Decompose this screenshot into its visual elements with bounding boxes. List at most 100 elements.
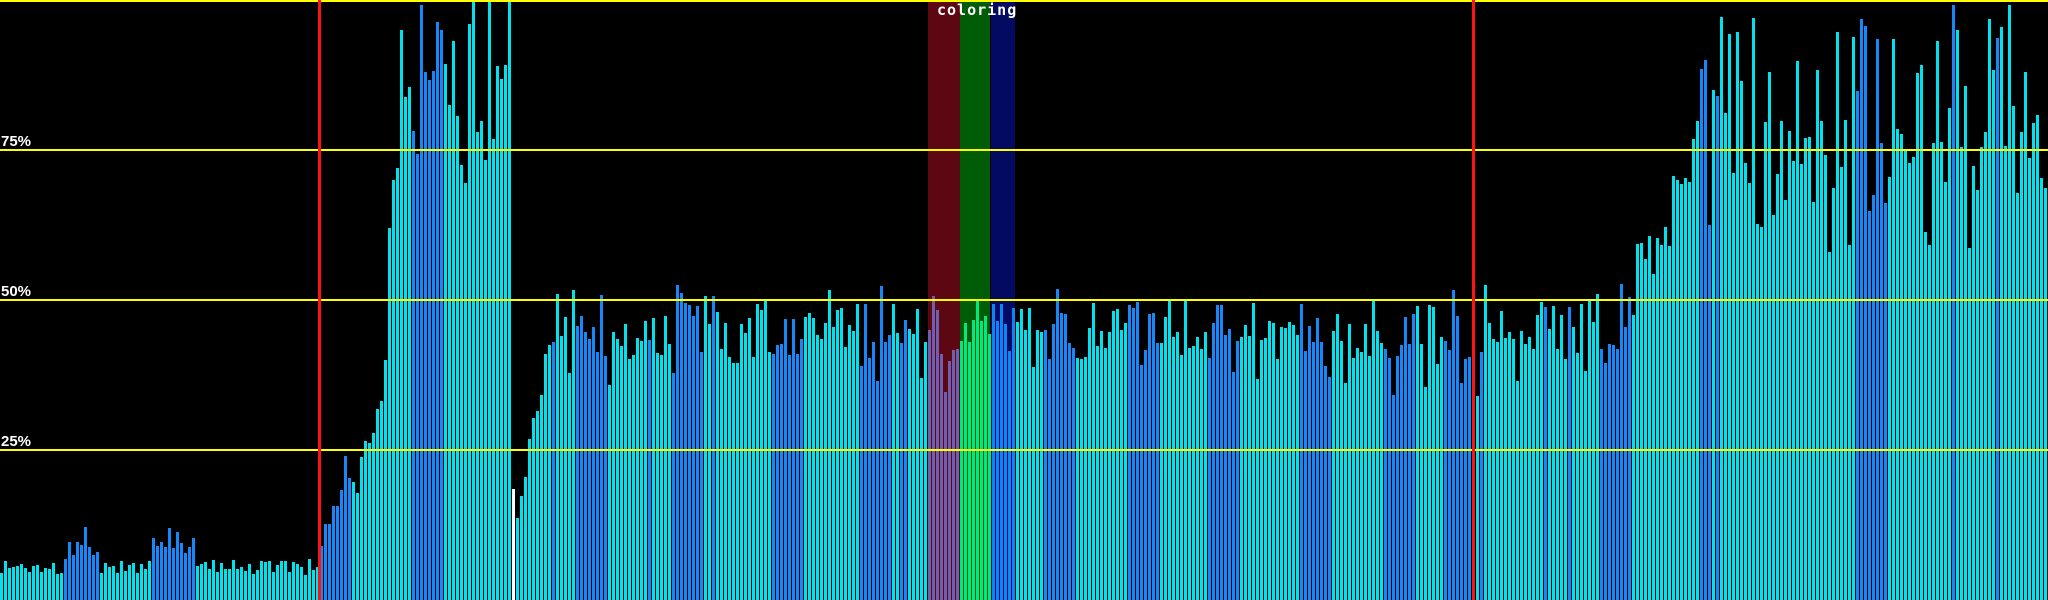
bar[interactable]	[1872, 195, 1875, 600]
bar[interactable]	[788, 355, 791, 600]
bar[interactable]	[1448, 350, 1451, 600]
bar[interactable]	[1136, 302, 1139, 600]
bar[interactable]	[1148, 314, 1151, 600]
bar[interactable]	[1000, 304, 1003, 600]
bar[interactable]	[1224, 335, 1227, 600]
bar[interactable]	[1332, 331, 1335, 600]
bar[interactable]	[76, 542, 79, 600]
bar[interactable]	[1196, 337, 1199, 600]
bar[interactable]	[828, 290, 831, 600]
bar[interactable]	[820, 339, 823, 600]
bar[interactable]	[780, 344, 783, 600]
bar[interactable]	[584, 332, 587, 600]
bar[interactable]	[1608, 344, 1611, 600]
bar[interactable]	[184, 553, 187, 600]
bar[interactable]	[128, 565, 131, 600]
bar[interactable]	[1388, 358, 1391, 600]
bar[interactable]	[496, 66, 499, 600]
bar[interactable]	[1008, 351, 1011, 600]
bar[interactable]	[1720, 17, 1723, 600]
bar[interactable]	[120, 561, 123, 600]
bar[interactable]	[676, 285, 679, 600]
bar[interactable]	[380, 401, 383, 600]
bar[interactable]	[152, 538, 155, 600]
bar[interactable]	[588, 339, 591, 600]
bar[interactable]	[1612, 345, 1615, 600]
bar[interactable]	[256, 570, 259, 600]
bar[interactable]	[2016, 193, 2019, 600]
bar[interactable]	[164, 547, 167, 600]
bar[interactable]	[1744, 163, 1747, 600]
bar[interactable]	[268, 561, 271, 600]
bar[interactable]	[1656, 238, 1659, 600]
bar[interactable]	[1260, 340, 1263, 600]
bar[interactable]	[408, 87, 411, 600]
bar[interactable]	[84, 527, 87, 600]
bar[interactable]	[1408, 344, 1411, 600]
bar[interactable]	[1364, 324, 1367, 600]
bar[interactable]	[1480, 352, 1483, 600]
bar[interactable]	[924, 342, 927, 600]
bar[interactable]	[540, 395, 543, 600]
bar[interactable]	[800, 339, 803, 600]
bar[interactable]	[1900, 134, 1903, 600]
bar[interactable]	[1528, 337, 1531, 600]
bar[interactable]	[860, 366, 863, 600]
bar[interactable]	[920, 378, 923, 600]
bar[interactable]	[1344, 383, 1347, 600]
bar[interactable]	[424, 72, 427, 600]
bar[interactable]	[1340, 341, 1343, 600]
bar[interactable]	[1152, 313, 1155, 600]
bar[interactable]	[1116, 309, 1119, 600]
bar[interactable]	[2000, 27, 2003, 600]
bar[interactable]	[2004, 146, 2007, 600]
bar[interactable]	[156, 546, 159, 600]
bar[interactable]	[1208, 358, 1211, 600]
bar[interactable]	[1572, 327, 1575, 600]
bar[interactable]	[1048, 359, 1051, 600]
bar[interactable]	[624, 324, 627, 600]
bar[interactable]	[216, 572, 219, 600]
bar[interactable]	[1392, 395, 1395, 600]
bar[interactable]	[752, 357, 755, 600]
bar[interactable]	[772, 354, 775, 600]
bar[interactable]	[1412, 314, 1415, 600]
bar[interactable]	[1824, 155, 1827, 600]
bar[interactable]	[1200, 349, 1203, 600]
bar[interactable]	[888, 335, 891, 600]
bar[interactable]	[1064, 314, 1067, 600]
bar[interactable]	[544, 354, 547, 600]
bar[interactable]	[1940, 142, 1943, 600]
bar[interactable]	[2036, 115, 2039, 600]
bar[interactable]	[488, 2, 491, 600]
bar[interactable]	[1068, 343, 1071, 600]
bar[interactable]	[532, 418, 535, 600]
bar[interactable]	[372, 433, 375, 600]
bar[interactable]	[1380, 343, 1383, 600]
bar[interactable]	[1924, 232, 1927, 600]
bar[interactable]	[1828, 252, 1831, 600]
bar[interactable]	[884, 342, 887, 600]
bar[interactable]	[1304, 351, 1307, 600]
bar[interactable]	[384, 360, 387, 600]
bar[interactable]	[224, 569, 227, 600]
bar[interactable]	[1776, 174, 1779, 600]
bar[interactable]	[1172, 337, 1175, 600]
bar[interactable]	[2012, 106, 2015, 600]
bar[interactable]	[1476, 396, 1479, 600]
bar[interactable]	[852, 331, 855, 600]
bar[interactable]	[816, 335, 819, 600]
bar[interactable]	[944, 392, 947, 600]
bar[interactable]	[1980, 147, 1983, 600]
bar[interactable]	[576, 326, 579, 600]
bar[interactable]	[1056, 289, 1059, 600]
bar[interactable]	[212, 560, 215, 600]
bar[interactable]	[356, 493, 359, 600]
bar[interactable]	[1204, 332, 1207, 600]
bar[interactable]	[1508, 332, 1511, 600]
bar[interactable]	[124, 571, 127, 600]
bar[interactable]	[636, 338, 639, 600]
bar[interactable]	[1124, 323, 1127, 600]
bar[interactable]	[568, 373, 571, 600]
bar[interactable]	[1832, 188, 1835, 600]
